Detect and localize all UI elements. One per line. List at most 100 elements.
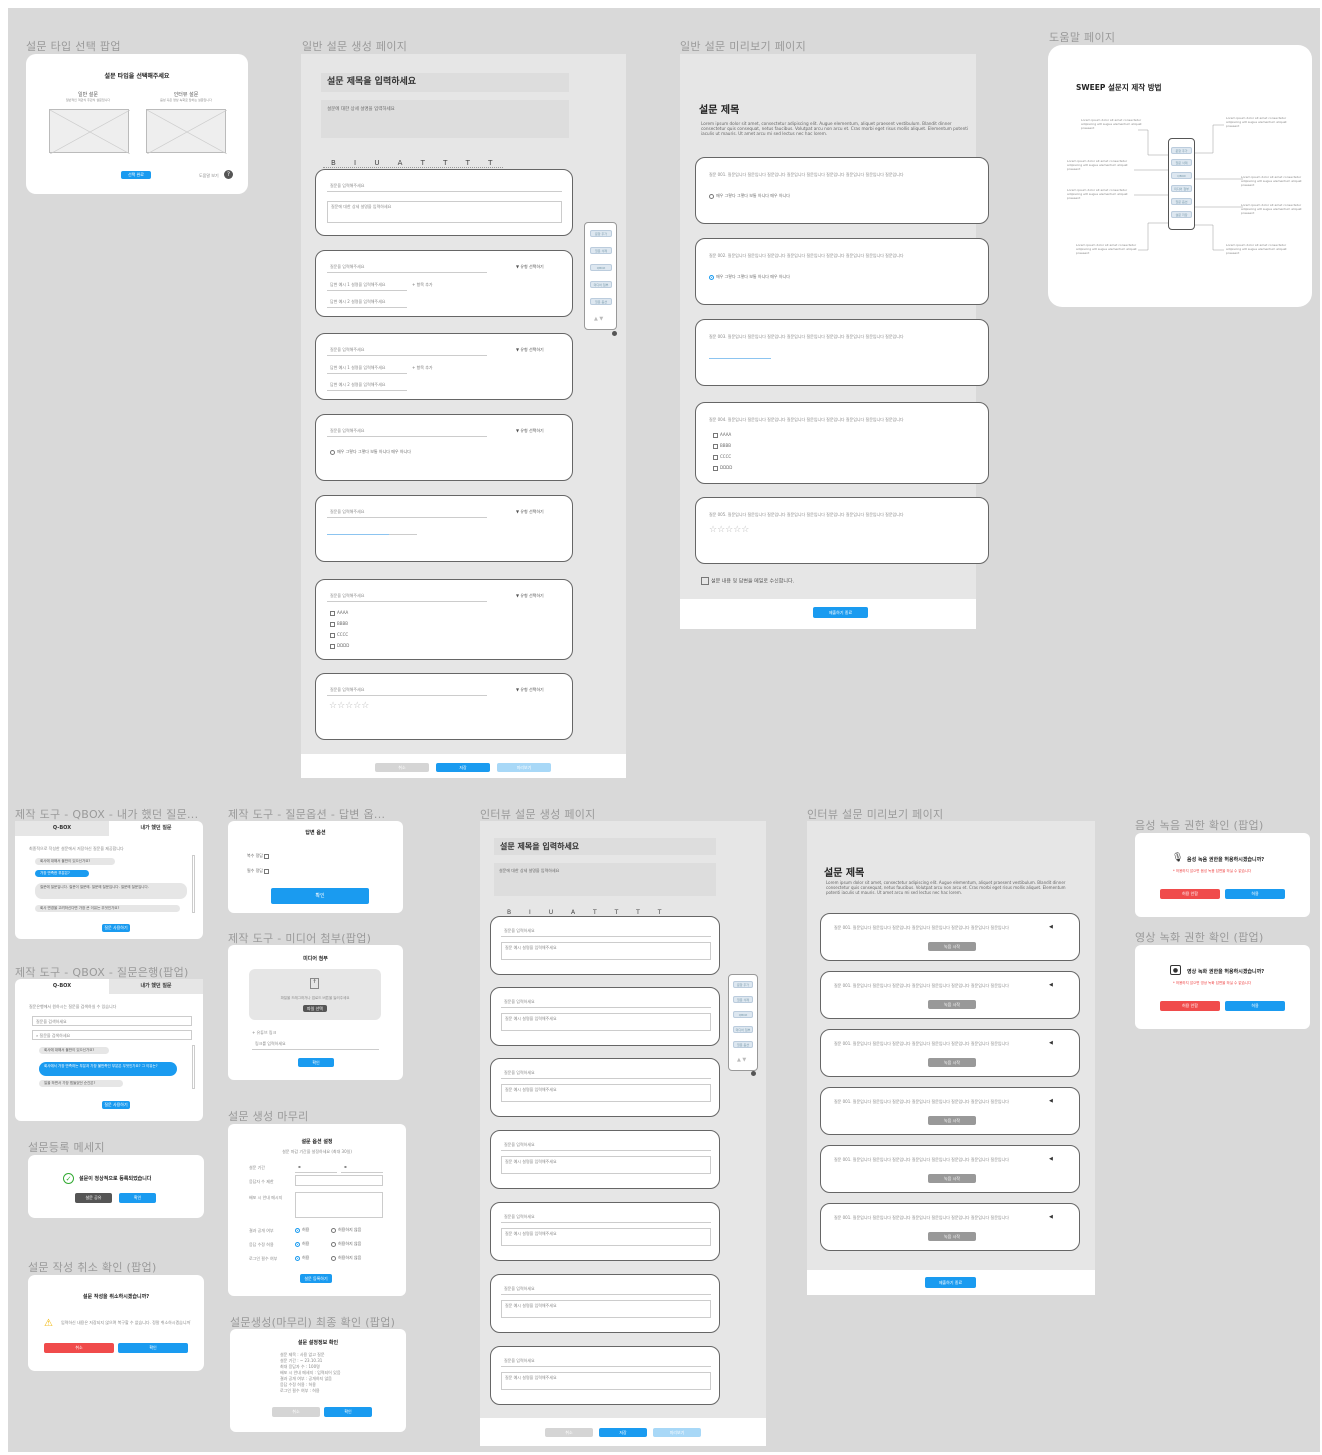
record-button[interactable]: 녹음 시작 bbox=[928, 942, 976, 951]
cancel-button[interactable]: 취소 bbox=[545, 1428, 593, 1437]
question-desc-input[interactable]: 질문 예시 설명을 입력해주세요 bbox=[501, 1372, 711, 1390]
preview-button[interactable]: 미리보기 bbox=[653, 1428, 701, 1437]
move-arrows-icon[interactable]: ▲ ▼ bbox=[737, 1057, 746, 1063]
help-dot-icon[interactable] bbox=[612, 331, 617, 336]
tab-my-questions[interactable]: 내가 했던 질문 bbox=[109, 979, 203, 994]
type-select[interactable]: ▼ 유형 선택하기 bbox=[516, 428, 544, 434]
confirm-button[interactable]: 확인 bbox=[118, 1343, 188, 1353]
record-button[interactable]: 녹음 시작 bbox=[928, 1116, 976, 1125]
checkbox-option-3[interactable]: CCCC bbox=[713, 454, 731, 460]
speaker-icon[interactable]: ◀ bbox=[1049, 1214, 1053, 1220]
interview-question-6[interactable]: 질문을 입력하세요 질문 예시 설명을 입력해주세요 bbox=[490, 1274, 720, 1333]
result-public-yes[interactable]: 허용 bbox=[295, 1227, 309, 1233]
question-input[interactable]: 질문을 입력하세요 bbox=[501, 1283, 711, 1295]
help-dot-icon[interactable] bbox=[751, 1071, 756, 1076]
qbox-item[interactable]: 회사 변경을 고려하신다면 가장 큰 이유는 무엇인가요? bbox=[35, 905, 180, 912]
tool-delete-question[interactable]: 질문 삭제 bbox=[733, 996, 753, 1003]
category-select[interactable]: 질문을 검색하세요 bbox=[32, 1016, 192, 1026]
type-select[interactable]: ▼ 유형 선택하기 bbox=[516, 687, 544, 693]
select-done-button[interactable]: 선택 완료 bbox=[121, 171, 151, 179]
question-card-7[interactable]: 질문을 입력해주세요 ▼ 유형 선택하기 ☆☆☆☆☆ bbox=[315, 673, 573, 740]
scale-options[interactable]: 매우 그렇다 그렇다 보통 아니다 매우 아니다 bbox=[709, 274, 790, 280]
interview-question-3[interactable]: 질문을 입력하세요 질문 예시 설명을 입력해주세요 bbox=[490, 1058, 720, 1117]
interview-question-2[interactable]: 질문을 입력하세요 질문 예시 설명을 입력해주세요 bbox=[490, 987, 720, 1046]
scale-options[interactable]: 매우 그렇다 그렇다 보통 아니다 매우 아니다 bbox=[330, 449, 411, 455]
star-rating[interactable]: ☆☆☆☆☆ bbox=[329, 701, 369, 711]
survey-desc-input[interactable]: 설문에 대한 상세 설명을 입력하세요 bbox=[321, 100, 569, 138]
question-card-4[interactable]: 질문을 입력해주세요 ▼ 유형 선택하기 매우 그렇다 그렇다 보통 아니다 매… bbox=[315, 414, 573, 481]
type-select[interactable]: ▼ 유형 선택하기 bbox=[516, 509, 544, 515]
option-input-2[interactable]: 답변 예시 2 설명을 입력해주세요 bbox=[327, 379, 407, 391]
question-card-3[interactable]: 질문을 입력해주세요 ▼ 유형 선택하기 답변 예시 1 설명을 입력해주세요 … bbox=[315, 333, 573, 400]
respondent-limit-input[interactable] bbox=[295, 1175, 383, 1186]
record-button[interactable]: 녹음 시작 bbox=[928, 1174, 976, 1183]
cancel-button[interactable]: 취소 bbox=[44, 1343, 114, 1353]
question-input[interactable]: 질문을 입력해주세요 bbox=[327, 344, 487, 356]
use-question-button[interactable]: 질문 사용하기 bbox=[102, 924, 130, 932]
speaker-icon[interactable]: ◀ bbox=[1049, 1098, 1053, 1104]
checkbox-option-3[interactable]: CCCC bbox=[330, 632, 348, 638]
record-button[interactable]: 녹음 시작 bbox=[928, 1058, 976, 1067]
answer-line[interactable] bbox=[709, 358, 771, 359]
type-select[interactable]: ▼ 유형 선택하기 bbox=[516, 347, 544, 353]
tab-my-questions[interactable]: 내가 했던 질문 bbox=[109, 821, 203, 836]
tool-question-option[interactable]: 질문 옵션 bbox=[733, 1041, 753, 1048]
help-icon[interactable]: ? bbox=[224, 170, 233, 179]
tool-qbox[interactable]: QBOX bbox=[733, 1011, 753, 1018]
multi-answer-option[interactable]: 복수 정답 bbox=[247, 853, 271, 859]
add-option-button[interactable]: + 항목 추가 bbox=[412, 282, 433, 288]
register-survey-button[interactable]: 설문 등록하기 bbox=[300, 1274, 332, 1283]
question-desc-input[interactable]: 질문 예시 설명을 입력해주세요 bbox=[501, 1156, 711, 1174]
question-desc-input[interactable]: 질문 예시 설명을 입력해주세요 bbox=[501, 1013, 711, 1031]
qbank-item[interactable]: 회사에 대해서 불만이 있으신가요? bbox=[39, 1047, 109, 1054]
confirm-button[interactable]: 확인 bbox=[324, 1407, 372, 1417]
survey-title-input[interactable]: 설문 제목을 입력하세요 bbox=[321, 73, 569, 92]
type-select[interactable]: ▼ 유형 선택하기 bbox=[516, 264, 544, 270]
question-input[interactable]: 질문을 입력하세요 bbox=[501, 996, 711, 1008]
question-input[interactable]: 질문을 입력하세요 bbox=[501, 1355, 711, 1367]
tool-media[interactable]: 미디어 첨부 bbox=[733, 1026, 753, 1033]
speaker-icon[interactable]: ◀ bbox=[1049, 1156, 1053, 1162]
deny-button[interactable]: 허용 안함 bbox=[1160, 889, 1220, 899]
text-format-toolbar[interactable]: B I U A T T T T bbox=[331, 159, 500, 167]
interview-question-4[interactable]: 질문을 입력하세요 질문 예시 설명을 입력해주세요 bbox=[490, 1130, 720, 1189]
record-button[interactable]: 녹음 시작 bbox=[928, 1232, 976, 1241]
login-required-yes[interactable]: 허용 bbox=[295, 1255, 309, 1261]
question-input[interactable]: 질문을 입력하세요 bbox=[501, 1067, 711, 1079]
question-desc-input[interactable]: 질문 예시 설명을 입력해주세요 bbox=[501, 1228, 711, 1246]
question-input[interactable]: 질문을 입력해주세요 bbox=[327, 425, 487, 437]
tool-qbox[interactable]: QBOX bbox=[590, 264, 612, 271]
tab-qbox[interactable]: Q-BOX bbox=[15, 821, 109, 836]
save-button[interactable]: 저장 bbox=[599, 1428, 647, 1437]
tool-media[interactable]: 미디어 첨부 bbox=[590, 281, 612, 288]
move-arrows-icon[interactable]: ▲ ▼ bbox=[594, 316, 603, 322]
option-interview-image[interactable] bbox=[146, 109, 228, 155]
question-input[interactable]: 질문을 입력해주세요 bbox=[327, 506, 487, 518]
option-input-2[interactable]: 답변 예시 2 설명을 입력해주세요 bbox=[327, 296, 407, 308]
qbox-item[interactable]: 회사에 대해서 불만이 있으신가요? bbox=[35, 858, 115, 865]
survey-desc-input[interactable]: 설문에 대한 상세 설명을 입력하세요 bbox=[494, 863, 716, 896]
interview-question-1[interactable]: 질문을 입력하세요 질문 예시 설명을 입력해주세요 bbox=[490, 916, 720, 975]
guide-message-input[interactable] bbox=[295, 1192, 383, 1218]
type-select[interactable]: ▼ 유형 선택하기 bbox=[516, 593, 544, 599]
edit-allow-yes[interactable]: 허용 bbox=[295, 1241, 309, 1247]
result-public-no[interactable]: 허용하지 않음 bbox=[331, 1227, 361, 1233]
qbox-item-selected[interactable]: 가장 만족한 부분은? bbox=[35, 870, 89, 877]
deny-button[interactable]: 허용 안함 bbox=[1160, 1001, 1220, 1011]
option-input-1[interactable]: 답변 예시 1 설명을 입력해주세요 bbox=[327, 279, 407, 291]
cancel-button[interactable]: 취소 bbox=[375, 763, 429, 772]
confirm-button[interactable]: 확인 bbox=[119, 1193, 156, 1203]
qbox-item[interactable]: 질문에 질문입니다. 질문이 질문에. 질문에 질문입니다. 질문에 질문입니다… bbox=[35, 883, 187, 899]
checkbox-option-1[interactable]: AAAA bbox=[330, 610, 348, 616]
checkbox-option-4[interactable]: DDDD bbox=[713, 465, 732, 471]
save-button[interactable]: 저장 bbox=[436, 763, 490, 772]
share-button[interactable]: 설문 공유 bbox=[75, 1193, 112, 1203]
question-input[interactable]: 질문을 입력하세요 bbox=[501, 1211, 711, 1223]
cancel-button[interactable]: 취소 bbox=[272, 1407, 320, 1417]
question-desc-input[interactable]: 질문 예시 설명을 입력해주세요 bbox=[501, 1084, 711, 1102]
required-answer-option[interactable]: 필수 정답 bbox=[247, 868, 271, 874]
mail-receive-checkbox[interactable]: 설문 내용 및 답변을 메일로 수신합니다. bbox=[701, 577, 794, 585]
record-button[interactable]: 녹음 시작 bbox=[928, 1000, 976, 1009]
question-card-6[interactable]: 질문을 입력해주세요 ▼ 유형 선택하기 AAAA BBBB CCCC DDDD bbox=[315, 579, 573, 660]
speaker-icon[interactable]: ◀ bbox=[1049, 1040, 1053, 1046]
